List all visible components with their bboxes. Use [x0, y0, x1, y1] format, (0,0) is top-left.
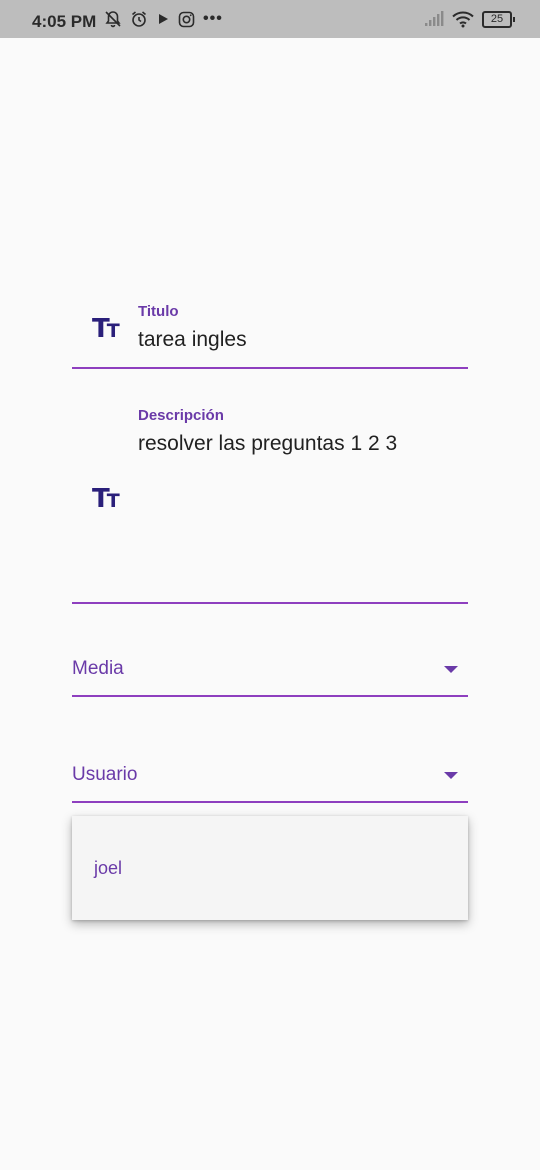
status-bar: 4:05 PM ••• 25 — [0, 0, 540, 38]
instagram-icon — [178, 10, 195, 28]
dropdown-arrow-icon — [444, 772, 458, 779]
user-dropdown-menu: joel — [72, 816, 468, 920]
title-label: Titulo — [138, 303, 179, 320]
status-icons-left: ••• — [104, 10, 223, 28]
bell-off-icon — [104, 10, 122, 28]
user-dropdown[interactable]: Usuario — [72, 756, 468, 806]
priority-dropdown[interactable]: Media — [72, 650, 468, 700]
description-label: Descripción — [138, 407, 224, 424]
text-fields-icon: TT — [92, 484, 120, 514]
status-icons-right: 25 — [424, 10, 515, 28]
title-field[interactable]: TT Titulo tarea ingles — [72, 296, 468, 370]
menu-item-joel[interactable]: joel — [94, 858, 122, 879]
priority-underline — [72, 695, 468, 697]
title-input[interactable]: tarea ingles — [138, 328, 247, 352]
description-input[interactable]: resolver las preguntas 1 2 3 — [138, 432, 397, 456]
user-underline — [72, 801, 468, 803]
title-underline — [72, 367, 468, 369]
user-selected: Usuario — [72, 764, 138, 785]
alarm-icon — [130, 10, 148, 28]
play-icon — [156, 10, 170, 28]
more-notifications-icon: ••• — [203, 10, 223, 27]
description-field[interactable]: TT Descripción resolver las preguntas 1 … — [72, 400, 468, 606]
text-fields-icon: TT — [92, 314, 120, 344]
status-time: 4:05 PM — [32, 12, 97, 31]
wifi-icon — [452, 10, 474, 28]
signal-icon — [424, 10, 444, 28]
priority-selected: Media — [72, 658, 124, 679]
dropdown-arrow-icon — [444, 666, 458, 673]
description-underline — [72, 602, 468, 604]
battery-icon: 25 — [482, 10, 515, 28]
